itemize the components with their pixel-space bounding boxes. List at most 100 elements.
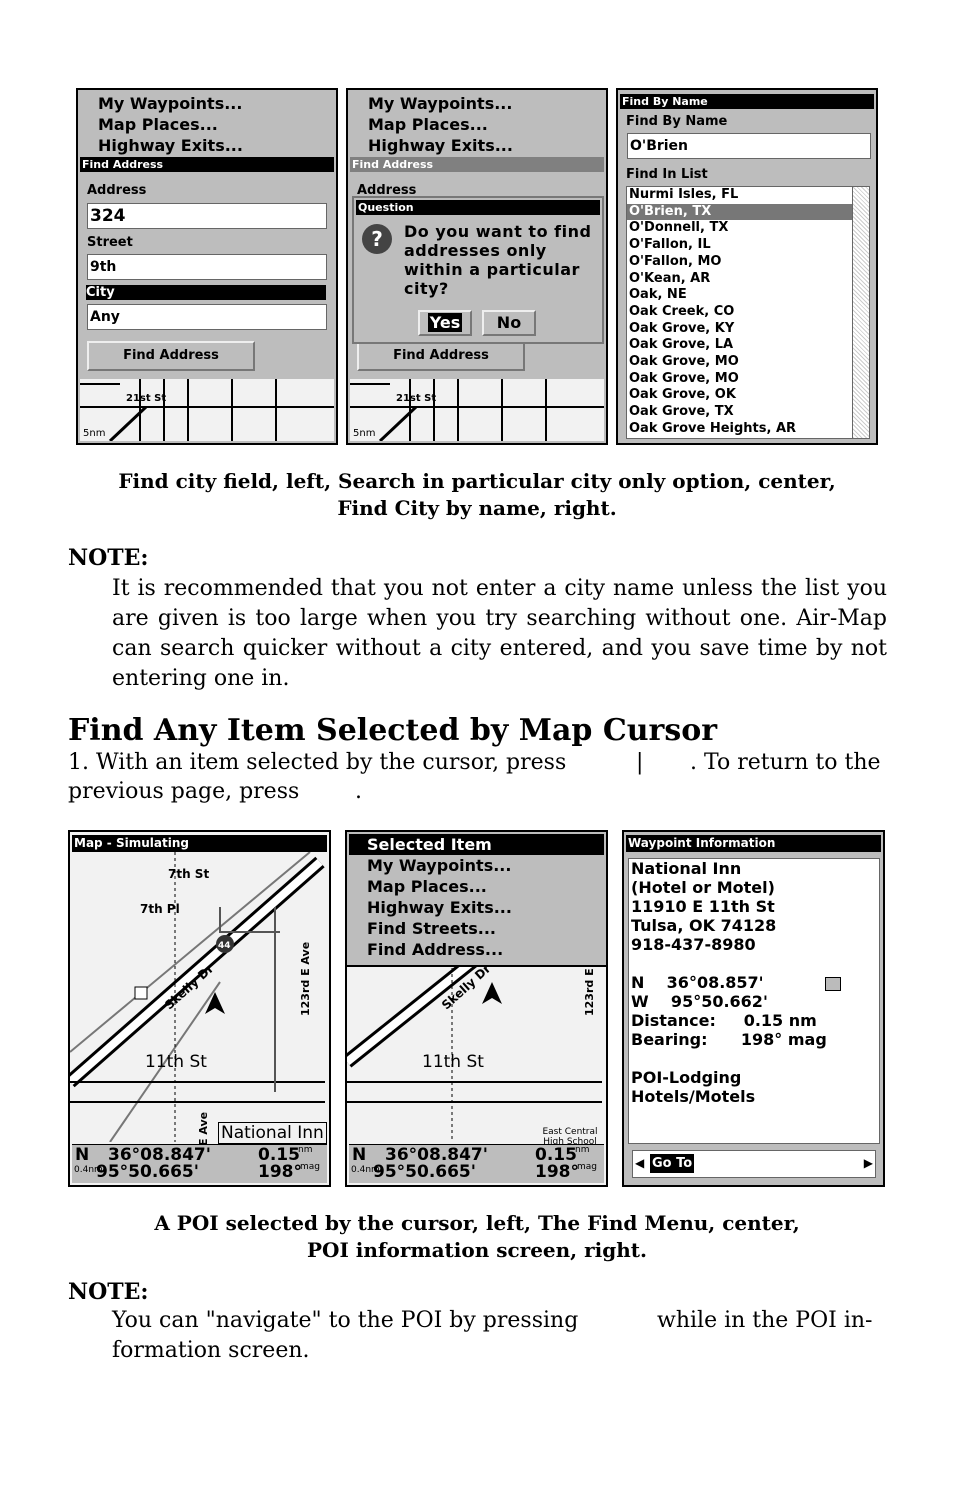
note-text-b: while in the POI in- <box>657 1308 873 1333</box>
poi-name: National Inn <box>631 859 742 878</box>
find-menu-item[interactable]: Highway Exits... <box>367 897 512 918</box>
list-item[interactable]: O'Fallon, MO <box>627 254 853 271</box>
list-item[interactable]: Oak, NE <box>627 287 853 304</box>
list-item[interactable]: O'Kean, AR <box>627 271 853 288</box>
figure-caption-2: A POI selected by the cursor, left, The … <box>0 1210 954 1264</box>
menu-item-map-places[interactable]: Map Places... <box>368 114 488 135</box>
bearing: 198° <box>535 1162 579 1182</box>
find-menu-item[interactable]: Map Places... <box>367 876 487 897</box>
step-1-d: . <box>355 779 362 804</box>
map-roads <box>80 379 334 443</box>
street-field[interactable]: 9th <box>87 254 327 280</box>
find-address-button[interactable]: Find Address <box>357 341 525 371</box>
list-item[interactable]: Nurmi Isles, FL <box>627 187 853 204</box>
list-item[interactable]: O'Fallon, IL <box>627 237 853 254</box>
note-label: NOTE: <box>68 1279 149 1305</box>
list-item[interactable]: Oak Creek, CO <box>627 304 853 321</box>
poi-category: POI-Lodging <box>631 1068 742 1087</box>
menu-item-my-waypoints[interactable]: My Waypoints... <box>368 93 512 114</box>
poi-street: 11910 E 11th St <box>631 897 775 916</box>
status-bar: N 36°08.847' 0.4nm 95°50.665' 0.15 nm 19… <box>72 1144 327 1183</box>
city-list[interactable]: Nurmi Isles, FL O'Brien, TX O'Donnell, TX O… <box>626 186 854 439</box>
distance-unit: nm <box>298 1145 313 1155</box>
find-menu-screen: Skelly Dr 123rd E Ave 11th St East Centr… <box>345 830 608 1187</box>
longitude: 95°50.665' <box>96 1162 199 1182</box>
list-item[interactable]: Oak Grove, KY <box>627 321 853 338</box>
map-street-label: 21st St <box>126 393 167 404</box>
name-field[interactable]: O'Brien <box>627 133 871 159</box>
poi-bearing: Bearing: 198° mag <box>631 1030 827 1049</box>
note-text: It is recommended that you not enter a c… <box>112 576 887 691</box>
list-item[interactable]: Oak Grove, TX <box>627 404 853 421</box>
menu-item-my-waypoints[interactable]: My Waypoints... <box>98 93 242 114</box>
map-scale: 5nm <box>353 428 376 439</box>
street-123rd-e-ave: 123rd E Ave <box>299 941 312 1016</box>
poi-city: Tulsa, OK 74128 <box>631 916 777 935</box>
map-title: Map - Simulating <box>72 835 327 852</box>
list-item[interactable]: Oak Grove, LA <box>627 337 853 354</box>
bearing-unit: mag <box>577 1162 597 1172</box>
find-menu-item[interactable]: My Waypoints... <box>367 855 511 876</box>
longitude: 95°50.665' <box>373 1162 476 1182</box>
map-scale: 5nm <box>83 428 106 439</box>
step-1-a: 1. With an item selected by the cursor, … <box>68 750 567 775</box>
find-menu: Selected Item My Waypoints... Map Places..… <box>347 832 606 967</box>
info-title: Waypoint Information <box>626 835 881 852</box>
question-text: Do you want to find addresses only withi… <box>404 222 592 298</box>
find-address-title: Find Address <box>350 157 604 172</box>
caption-line: POI information screen, right. <box>307 1238 647 1262</box>
interstate-label: 44 <box>218 941 231 951</box>
find-menu-item[interactable]: Find Streets... <box>367 918 496 939</box>
find-address-button[interactable]: Find Address <box>87 341 255 371</box>
north-label: N <box>352 1145 367 1165</box>
cursor-arrow-icon <box>205 992 225 1014</box>
no-button[interactable]: No <box>482 310 536 336</box>
poi-longitude: W 95°50.662' <box>631 992 768 1011</box>
poi-type: (Hotel or Motel) <box>631 878 775 897</box>
right-arrow-icon[interactable]: ▶ <box>864 1156 873 1170</box>
question-title: Question <box>356 200 600 215</box>
list-item[interactable]: O'Brien, TX <box>627 203 853 221</box>
find-in-list-label: Find In List <box>626 167 708 182</box>
poi-distance: Distance: 0.15 nm <box>631 1011 817 1030</box>
list-scrollbar[interactable] <box>852 186 870 439</box>
go-to-button[interactable]: Go To <box>650 1154 695 1173</box>
page: My Waypoints... Map Places... Highway Ex… <box>0 0 954 1487</box>
list-item[interactable]: O'Donnell, TX <box>627 220 853 237</box>
find-menu-item[interactable]: Find Address... <box>367 939 503 960</box>
map-roads <box>350 379 604 443</box>
question-screen: My Waypoints... Map Places... Highway Ex… <box>346 88 608 445</box>
caption-line: Find city field, left, Search in particu… <box>118 469 836 493</box>
menu-item-highway-exits[interactable]: Highway Exits... <box>368 135 513 156</box>
street-7th-pl: 7th Pl <box>140 902 180 916</box>
street-label: Street <box>87 235 133 250</box>
waypoint-info-screen: Waypoint Information National Inn (Hotel… <box>622 830 885 1187</box>
city-label: City <box>86 285 326 300</box>
find-menu-item[interactable]: Selected Item <box>349 834 604 855</box>
menu-item-highway-exits[interactable]: Highway Exits... <box>98 135 243 156</box>
list-item[interactable]: Oak Grove Heights, AR <box>627 421 853 438</box>
bearing: 198° <box>258 1162 302 1182</box>
yes-button[interactable]: Yes <box>418 310 472 336</box>
note-text-a: You can "navigate" to the POI by pressin… <box>112 1308 579 1333</box>
map-street-label: 21st St <box>396 393 437 404</box>
street-7th-st: 7th St <box>168 867 210 881</box>
left-arrow-icon[interactable]: ◀ <box>635 1156 644 1170</box>
find-address-screen: My Waypoints... Map Places... Highway Ex… <box>76 88 338 445</box>
menu-item-map-places[interactable]: Map Places... <box>98 114 218 135</box>
info-panel: National Inn (Hotel or Motel) 11910 E 11… <box>628 858 880 1144</box>
list-item[interactable]: Oak Grove, MO <box>627 371 853 388</box>
note-label: NOTE: <box>68 545 149 571</box>
address-field[interactable]: 324 <box>87 203 327 229</box>
map-canvas[interactable]: 44 <box>70 852 329 1142</box>
distance-unit: nm <box>575 1145 590 1155</box>
list-item[interactable]: Oak Grove, MO <box>627 354 853 371</box>
street-e-ave: E Ave <box>197 1111 210 1146</box>
north-label: N <box>75 1145 90 1165</box>
section-heading: Find Any Item Selected by Map Cursor <box>68 713 718 748</box>
poi-latitude: N 36°08.857' <box>631 973 764 992</box>
address-label: Address <box>87 183 147 198</box>
city-field[interactable]: Any <box>87 304 327 330</box>
find-by-name-title: Find By Name <box>620 94 874 109</box>
list-item[interactable]: Oak Grove, OK <box>627 387 853 404</box>
